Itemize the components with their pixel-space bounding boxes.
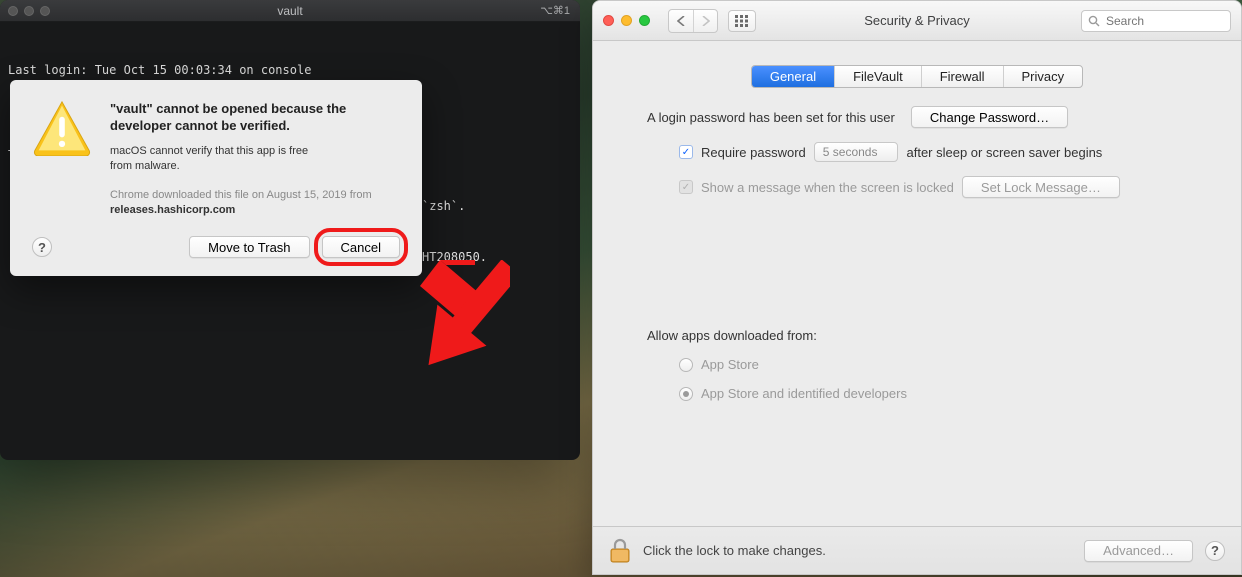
login-password-label: A login password has been set for this u… <box>647 110 895 125</box>
back-button[interactable] <box>669 10 693 32</box>
gatekeeper-alert: "vault" cannot be opened because the dev… <box>10 80 422 276</box>
help-button[interactable]: ? <box>1205 541 1225 561</box>
advanced-button: Advanced… <box>1084 540 1193 562</box>
lock-icon[interactable] <box>609 538 631 564</box>
show-message-label: Show a message when the screen is locked <box>701 180 954 195</box>
cancel-button[interactable]: Cancel <box>322 236 400 258</box>
search-icon <box>1088 15 1100 27</box>
chevron-right-icon <box>702 16 710 26</box>
chevron-updown-icon: ▴▾ <box>888 145 892 159</box>
radio-app-store-label: App Store <box>701 357 759 372</box>
require-password-checkbox[interactable]: ✓ <box>679 145 693 159</box>
terminal-shortcut: ⌥⌘1 <box>540 4 570 17</box>
show-message-checkbox: ✓ <box>679 180 693 194</box>
alert-msg-line2: from malware. <box>110 160 180 172</box>
show-all-button[interactable] <box>728 10 756 32</box>
tab-filevault[interactable]: FileVault <box>834 66 921 87</box>
nav-back-forward <box>668 9 718 33</box>
prefs-tabs: General FileVault Firewall Privacy <box>751 65 1083 88</box>
radio-app-store <box>679 358 693 372</box>
alert-origin-prefix: Chrome downloaded this file on August 15… <box>110 189 372 201</box>
require-password-delay-value: 5 seconds <box>823 145 878 159</box>
grid-icon <box>735 15 749 27</box>
zoom-icon[interactable] <box>639 15 650 26</box>
tab-privacy[interactable]: Privacy <box>1003 66 1083 87</box>
radio-app-store-dev <box>679 387 693 401</box>
allow-apps-label: Allow apps downloaded from: <box>647 328 1211 343</box>
require-password-post: after sleep or screen saver begins <box>906 145 1102 160</box>
prefs-footer: Click the lock to make changes. Advanced… <box>593 526 1241 574</box>
lock-text: Click the lock to make changes. <box>643 543 826 558</box>
prefs-content: A login password has been set for this u… <box>593 106 1241 526</box>
alert-msg-line1: macOS cannot verify that this app is fre… <box>110 145 308 157</box>
chevron-left-icon <box>677 16 685 26</box>
move-to-trash-button[interactable]: Move to Trash <box>189 236 309 258</box>
change-password-button[interactable]: Change Password… <box>911 106 1068 128</box>
warning-icon <box>32 100 92 156</box>
minimize-icon[interactable] <box>621 15 632 26</box>
set-lock-message-button: Set Lock Message… <box>962 176 1120 198</box>
search-field[interactable] <box>1081 10 1231 32</box>
close-icon[interactable] <box>603 15 614 26</box>
terminal-titlebar[interactable]: vault ⌥⌘1 <box>0 0 580 22</box>
tab-firewall[interactable]: Firewall <box>921 66 1003 87</box>
alert-title-line2: developer cannot be verified. <box>110 118 290 133</box>
radio-app-store-dev-label: App Store and identified developers <box>701 386 907 401</box>
alert-origin-domain: releases.hashicorp.com <box>110 204 235 216</box>
prefs-toolbar: Security & Privacy <box>593 1 1241 41</box>
require-password-pre: Require password <box>701 145 806 160</box>
terminal-title: vault <box>0 4 580 18</box>
terminal-line: Last login: Tue Oct 15 00:03:34 on conso… <box>8 62 572 79</box>
system-preferences-window: Security & Privacy General FileVault Fir… <box>592 0 1242 575</box>
require-password-delay-select[interactable]: 5 seconds ▴▾ <box>814 142 899 162</box>
tab-general[interactable]: General <box>752 66 834 87</box>
search-input[interactable] <box>1104 13 1224 29</box>
help-button[interactable]: ? <box>32 237 52 257</box>
alert-title-line1: "vault" cannot be opened because the <box>110 101 346 116</box>
forward-button[interactable] <box>693 10 717 32</box>
